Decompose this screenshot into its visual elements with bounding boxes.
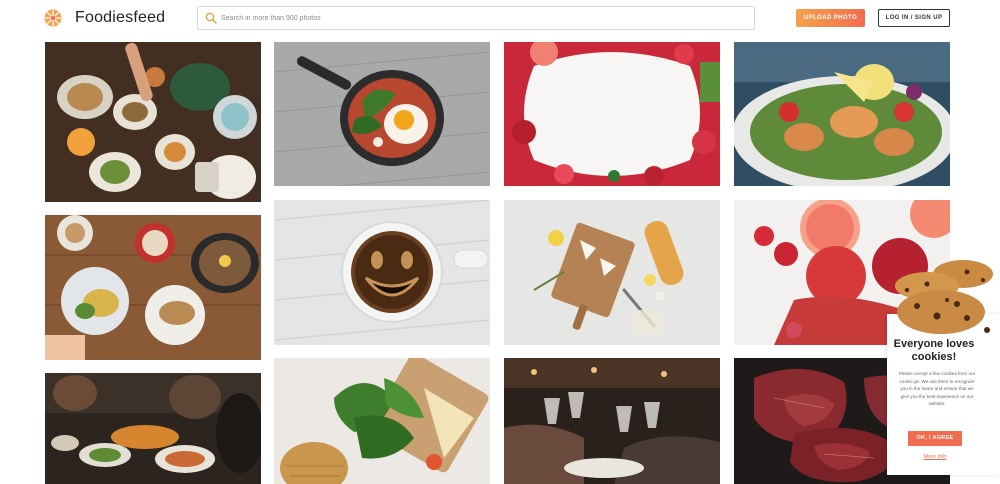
photo-tile[interactable] — [504, 358, 720, 484]
cookie-message: Please accept a few cookies from our coo… — [898, 371, 976, 407]
photo-tile[interactable] — [274, 42, 490, 186]
photo-tile[interactable] — [274, 200, 490, 345]
photo-tile[interactable] — [504, 42, 720, 186]
food-photo — [504, 358, 720, 484]
page: Foodiesfeed UPLOAD PHOTO LOG IN / SIGN U… — [0, 0, 1000, 484]
cookie-more-info-link[interactable]: More info — [908, 454, 962, 460]
photo-tile[interactable] — [734, 42, 950, 186]
food-photo — [504, 42, 720, 186]
photo-tile[interactable] — [504, 200, 720, 345]
top-bar: Foodiesfeed UPLOAD PHOTO LOG IN / SIGN U… — [0, 0, 1000, 38]
brand-name[interactable]: Foodiesfeed — [75, 9, 165, 27]
cookies-image — [895, 260, 993, 334]
food-photo — [504, 200, 720, 345]
food-photo — [45, 42, 261, 202]
cookie-agree-button[interactable]: OK, I AGREE — [908, 431, 962, 446]
upload-photo-button[interactable]: UPLOAD PHOTO — [796, 9, 865, 27]
food-photo — [45, 373, 261, 484]
search-icon — [205, 12, 217, 24]
photo-tile[interactable] — [274, 358, 490, 484]
food-photo — [274, 358, 490, 484]
photo-tile[interactable] — [45, 215, 261, 360]
photo-tile[interactable] — [45, 373, 261, 484]
food-photo — [274, 200, 490, 345]
cookie-title: Everyone loves cookies! — [893, 338, 975, 363]
search-input[interactable] — [221, 10, 741, 26]
search-box[interactable] — [197, 6, 755, 30]
food-photo — [734, 42, 950, 186]
food-photo — [274, 42, 490, 186]
logo-icon[interactable] — [44, 9, 62, 27]
food-photo — [45, 215, 261, 360]
photo-tile[interactable] — [45, 42, 261, 202]
login-signup-button[interactable]: LOG IN / SIGN UP — [878, 9, 950, 27]
